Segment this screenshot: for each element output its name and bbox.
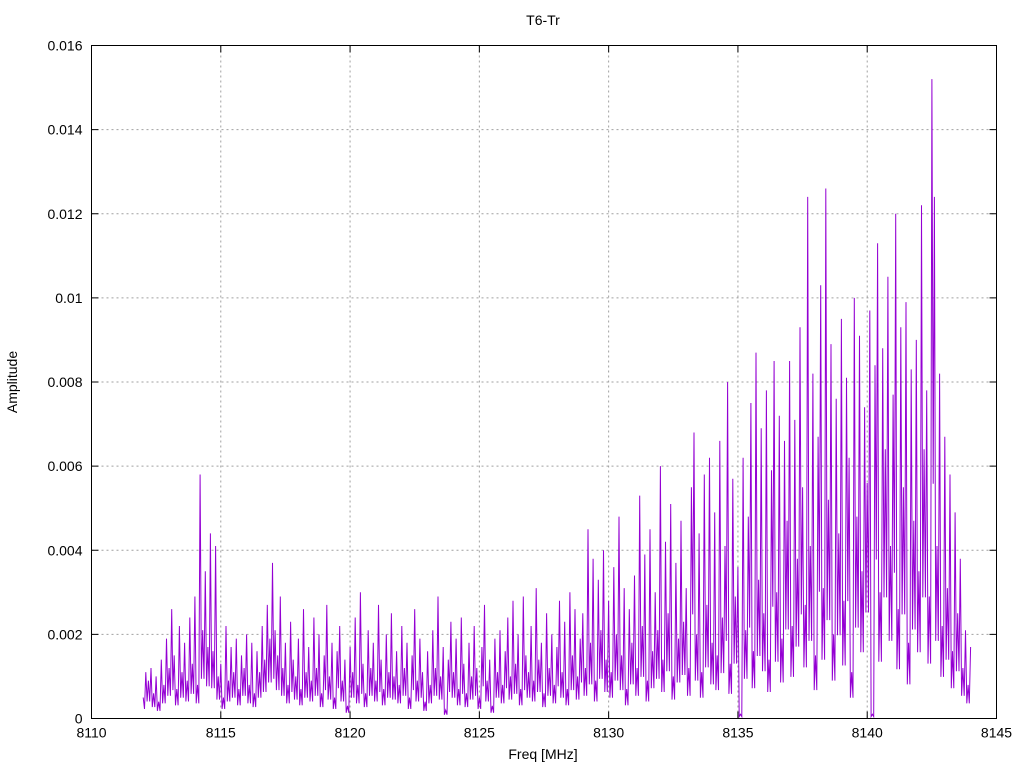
y-axis-label: Amplitude: [4, 351, 20, 413]
x-axis-label: Freq [MHz]: [508, 746, 577, 762]
x-tick-label: 8120: [334, 725, 365, 741]
y-tick-label: 0.002: [47, 626, 82, 642]
x-tick-label: 8145: [981, 725, 1012, 741]
axis-ticks: 8110 8115 8120 8125 8130 8135 8140 8145 0 0.002 0.…: [47, 38, 1012, 741]
x-tick-label: 8115: [206, 725, 236, 741]
series-line-t6-tr: [142, 79, 972, 719]
amplitude-chart: 8110 8115 8120 8125 8130 8135 8140 8145 0 0.002 0.…: [4, 12, 1012, 762]
x-tick-label: 8135: [722, 725, 753, 741]
y-tick-label: 0.016: [47, 38, 82, 54]
x-tick-label: 8125: [464, 725, 495, 741]
x-tick-label: 8130: [593, 725, 624, 741]
y-tick-label: 0.014: [47, 122, 82, 138]
x-tick-label: 8140: [852, 725, 883, 741]
chart-title: T6-Tr: [526, 12, 560, 28]
y-tick-label: 0.008: [47, 374, 82, 390]
y-tick-label: 0.006: [47, 458, 82, 474]
y-tick-label: 0: [75, 711, 83, 727]
y-tick-label: 0.012: [47, 206, 82, 222]
x-tick-label: 8110: [76, 725, 106, 741]
y-tick-label: 0.004: [47, 542, 82, 558]
y-tick-label: 0.01: [55, 290, 82, 306]
